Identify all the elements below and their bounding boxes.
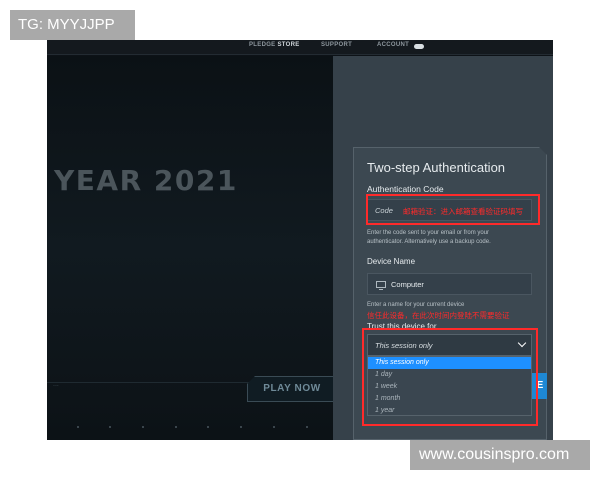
device-name-input[interactable]: Computer: [367, 273, 532, 295]
hero-small-text: ...: [53, 381, 59, 388]
nav-pledge-store[interactable]: PLEDGE STORE: [249, 42, 300, 48]
account-avatar-pill[interactable]: [414, 44, 424, 49]
device-helper: Enter a name for your current device: [367, 302, 465, 308]
auth-title: Two-step Authentication: [367, 160, 506, 175]
nav-account[interactable]: ACCOUNT: [377, 42, 409, 48]
code-helper-line1: Enter the code sent to your email or fro…: [367, 230, 490, 236]
code-helper-line2: authenticator. Alternatively use a backu…: [367, 239, 491, 245]
trust-annotation: 信任此设备，在此次时间内登陆不需要验证: [367, 311, 510, 320]
hero-background: YEAR 2021 ... PLAY NOW: [47, 56, 337, 440]
device-name-value: Computer: [391, 280, 424, 289]
nav-store-label: STORE: [277, 42, 300, 48]
device-name-label: Device Name: [367, 257, 416, 266]
top-navigation: PLEDGE STORE SUPPORT ACCOUNT: [47, 40, 553, 55]
monitor-icon: [376, 281, 386, 288]
code-highlight-box: [366, 194, 540, 225]
hero-title: YEAR 2021: [54, 164, 238, 197]
code-label: Authentication Code: [367, 184, 444, 194]
trust-highlight-box: [362, 328, 538, 426]
watermark-top-left: TG: MYYJJPP: [10, 10, 135, 40]
nav-pledge-label: PLEDGE: [249, 42, 276, 48]
hero-dots: [47, 418, 333, 438]
nav-support[interactable]: SUPPORT: [321, 42, 352, 48]
watermark-bottom-right: www.cousinspro.com: [410, 440, 590, 470]
play-now-button[interactable]: PLAY NOW: [247, 376, 337, 402]
monitor-stand-icon: [379, 289, 383, 290]
